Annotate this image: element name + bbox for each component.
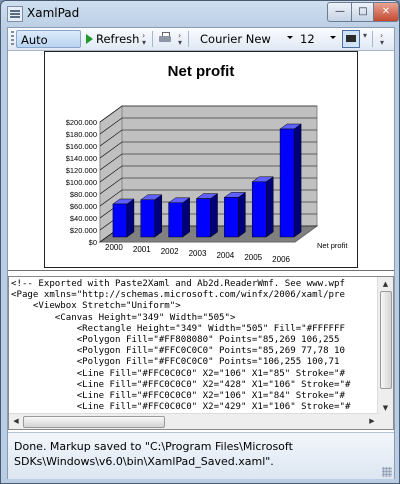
bar (168, 202, 183, 238)
vertical-scrollbar[interactable]: ▲ ▼ (377, 277, 393, 415)
bar (279, 128, 295, 238)
bar-side (238, 191, 246, 238)
print-icon[interactable] (159, 32, 171, 44)
status-text: Done. Markup saved to "C:\Program Files\… (14, 440, 293, 468)
bar (112, 203, 128, 238)
x-tick-label: 2002 (161, 247, 179, 256)
horizontal-scrollbar[interactable]: ◀ ▶ (9, 413, 379, 429)
y-tick-label: $160.000 (66, 142, 97, 151)
refresh-button[interactable]: Refresh (96, 30, 140, 48)
vertical-scroll-thumb[interactable] (380, 291, 392, 389)
horizontal-scroll-thumb[interactable] (23, 416, 165, 428)
scroll-up-icon[interactable]: ▲ (378, 277, 393, 291)
resize-grip-icon[interactable] (382, 467, 392, 477)
code-line: <!-- Exported with Paste2Xaml and Ab2d.R… (11, 279, 345, 289)
toolbar-separator (188, 31, 189, 47)
toolbar-separator (372, 31, 373, 47)
x-tick-label: 2005 (244, 253, 262, 262)
code-line: <Rectangle Height="349" Width="505" Fill… (11, 323, 345, 334)
y-tick-label: $60.000 (70, 202, 97, 211)
y-tick-label: $100.000 (66, 178, 97, 187)
color-overflow-chevron-icon[interactable]: ▾ (363, 32, 369, 46)
y-tick-label: $20.000 (70, 226, 97, 235)
bar-side (293, 123, 302, 238)
toolbar-overflow-chevron-icon[interactable]: › ▾ (142, 32, 148, 47)
code-line: <Line Fill="#FFC0C0C0" X2="429" X1="106"… (11, 402, 351, 413)
code-line: <Polygon Fill="#FF808080" Points="85,269… (11, 335, 340, 346)
code-line: <Line Fill="#FFC0C0C0" X2="106" X1="84" … (11, 391, 345, 402)
scrollbar-corner (378, 414, 393, 429)
code-line: <Canvas Height="349" Width="505"> (11, 312, 236, 323)
bar (196, 198, 211, 238)
title-bar[interactable]: XamlPad — □ ✕ (1, 1, 399, 27)
toolbar-separator (152, 31, 153, 47)
code-line: <Line Fill="#FFC0C0C0" X2="428" X1="106"… (11, 379, 351, 390)
chart-title: Net profit (168, 63, 235, 80)
xaml-code[interactable]: <!-- Exported with Paste2Xaml and Ab2d.R… (11, 279, 377, 415)
bar-side (210, 193, 218, 238)
bar (224, 197, 239, 238)
scroll-right-icon[interactable]: ▶ (365, 414, 379, 429)
x-tick-label: 2001 (133, 245, 151, 254)
font-family-dropdown-arrow-icon[interactable] (287, 36, 293, 39)
font-size-dropdown-arrow-icon[interactable] (330, 36, 336, 39)
scroll-down-icon[interactable]: ▼ (378, 401, 393, 415)
code-line: <Viewbox Stretch="Uniform"> (11, 301, 181, 312)
y-tick-label: $80.000 (70, 190, 97, 199)
app-icon (7, 6, 23, 22)
scroll-left-icon[interactable]: ◀ (9, 414, 23, 429)
bar-side (126, 198, 135, 238)
net-profit-chart: Net profit $0 $20.000 $40.000 $60.000 $80.000… (66, 63, 349, 264)
window-title: XamlPad (27, 6, 80, 20)
color-swatch-icon (346, 35, 356, 42)
code-line: <Polygon Fill="#FFC0C0C0" Points="85,269… (11, 346, 345, 357)
y-tick-label: $40.000 (70, 214, 97, 223)
bar-side (182, 197, 190, 238)
client-area: Auto Parse Refresh ›▾ ›▾ Courier New 12 … (7, 27, 395, 479)
y-tick-label: $180.000 (66, 130, 97, 139)
y-tick-label: $120.000 (66, 166, 97, 175)
xamlpad-window: XamlPad — □ ✕ Auto Parse Refresh ›▾ ›▾ C… (0, 0, 400, 484)
preview-pane: Net profit $0 $20.000 $40.000 $60.000 $80.000… (8, 51, 394, 270)
x-tick-label: 2003 (189, 249, 207, 258)
bar (140, 199, 156, 238)
toolbar-end-chevron-icon[interactable]: › ▾ (380, 32, 386, 47)
y-tick-label: $0 (89, 238, 97, 247)
bar (251, 181, 267, 238)
toolbar: Auto Parse Refresh ›▾ ›▾ Courier New 12 … (8, 28, 394, 65)
chart-frame: Net profit $0 $20.000 $40.000 $60.000 $80.000… (44, 51, 358, 268)
font-family-select[interactable]: Courier New (196, 30, 296, 48)
x-tick-label: 2004 (216, 251, 234, 260)
color-picker-button[interactable] (342, 30, 360, 48)
series-label: Net profit (317, 241, 348, 250)
x-tick-label: 2006 (272, 255, 290, 264)
font-size-select[interactable]: 12 (298, 30, 336, 48)
x-tick-label: 2000 (105, 243, 123, 252)
code-line: <Line Fill="#FFC0C0C0" X2="106" X1="85" … (11, 368, 345, 379)
print-overflow-chevron-icon[interactable]: › ▾ (178, 32, 184, 47)
auto-parse-button[interactable]: Auto Parse (16, 30, 81, 65)
bar-side (154, 194, 163, 238)
code-line: <Page xmlns="http://schemas.microsoft.co… (11, 290, 345, 301)
close-button[interactable]: ✕ (373, 2, 399, 22)
bar-side (265, 176, 274, 238)
minimize-button[interactable]: — (327, 2, 353, 22)
maximize-button[interactable]: □ (351, 2, 375, 22)
y-tick-label: $200.000 (66, 118, 97, 127)
xaml-editor[interactable]: <!-- Exported with Paste2Xaml and Ab2d.R… (8, 276, 394, 430)
y-tick-label: $140.000 (66, 154, 97, 163)
status-bar: Done. Markup saved to "C:\Program Files\… (8, 432, 394, 479)
refresh-icon[interactable] (86, 34, 93, 44)
code-line: <Polygon Fill="#FFC0C0C0" Points="106,25… (11, 357, 340, 368)
toolbar-grip-icon[interactable] (11, 31, 14, 47)
